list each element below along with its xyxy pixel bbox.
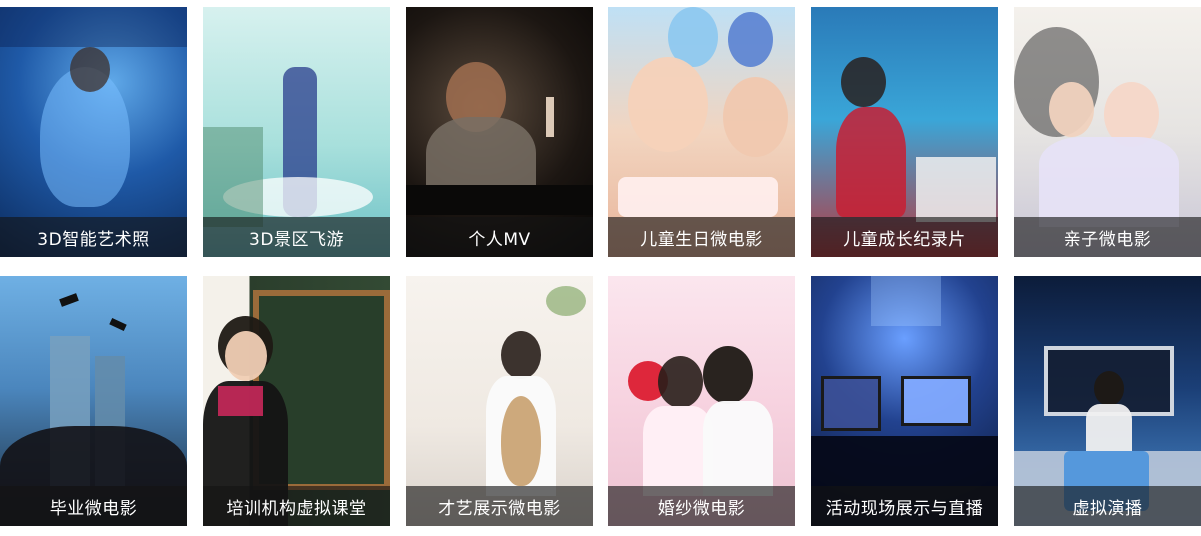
tile-caption: 才艺展示微电影 <box>438 498 561 519</box>
service-grid: 3D智能艺术照 3D景区飞游 个人MV 儿童生日微电影 儿童成长纪录片 亲子微电… <box>0 0 1201 536</box>
tile-caption: 3D景区飞游 <box>249 229 344 250</box>
tile-talent-showcase-film[interactable]: 才艺展示微电影 <box>406 276 593 526</box>
tile-kids-growth-documentary[interactable]: 儿童成长纪录片 <box>811 7 998 257</box>
tile-caption: 个人MV <box>468 229 531 250</box>
caption-bar: 亲子微电影 <box>1014 217 1201 257</box>
tile-virtual-classroom[interactable]: 培训机构虚拟课堂 <box>203 276 390 526</box>
tile-event-live-stream[interactable]: 活动现场展示与直播 <box>811 276 998 526</box>
tile-caption: 婚纱微电影 <box>657 498 746 519</box>
tile-caption: 毕业微电影 <box>49 498 138 519</box>
caption-bar: 才艺展示微电影 <box>406 486 593 526</box>
tile-virtual-studio[interactable]: 虚拟演播 <box>1014 276 1201 526</box>
tile-caption: 亲子微电影 <box>1063 229 1152 250</box>
caption-bar: 儿童生日微电影 <box>608 217 795 257</box>
caption-bar: 婚纱微电影 <box>608 486 795 526</box>
caption-bar: 培训机构虚拟课堂 <box>203 486 390 526</box>
tile-3d-scenic-flight[interactable]: 3D景区飞游 <box>203 7 390 257</box>
tile-kids-birthday-film[interactable]: 儿童生日微电影 <box>608 7 795 257</box>
caption-bar: 虚拟演播 <box>1014 486 1201 526</box>
tile-caption: 活动现场展示与直播 <box>825 498 984 519</box>
tile-caption: 虚拟演播 <box>1072 498 1143 519</box>
tile-3d-art-photo[interactable]: 3D智能艺术照 <box>0 7 187 257</box>
tile-caption: 儿童成长纪录片 <box>843 229 966 250</box>
tile-parent-child-film[interactable]: 亲子微电影 <box>1014 7 1201 257</box>
caption-bar: 个人MV <box>406 217 593 257</box>
caption-bar: 儿童成长纪录片 <box>811 217 998 257</box>
caption-bar: 活动现场展示与直播 <box>811 486 998 526</box>
caption-bar: 3D智能艺术照 <box>0 217 187 257</box>
tile-wedding-film[interactable]: 婚纱微电影 <box>608 276 795 526</box>
tile-caption: 3D智能艺术照 <box>37 229 150 250</box>
caption-bar: 毕业微电影 <box>0 486 187 526</box>
tile-caption: 儿童生日微电影 <box>640 229 763 250</box>
tile-personal-mv[interactable]: 个人MV <box>406 7 593 257</box>
tile-graduation-film[interactable]: 毕业微电影 <box>0 276 187 526</box>
tile-caption: 培训机构虚拟课堂 <box>226 498 367 519</box>
caption-bar: 3D景区飞游 <box>203 217 390 257</box>
